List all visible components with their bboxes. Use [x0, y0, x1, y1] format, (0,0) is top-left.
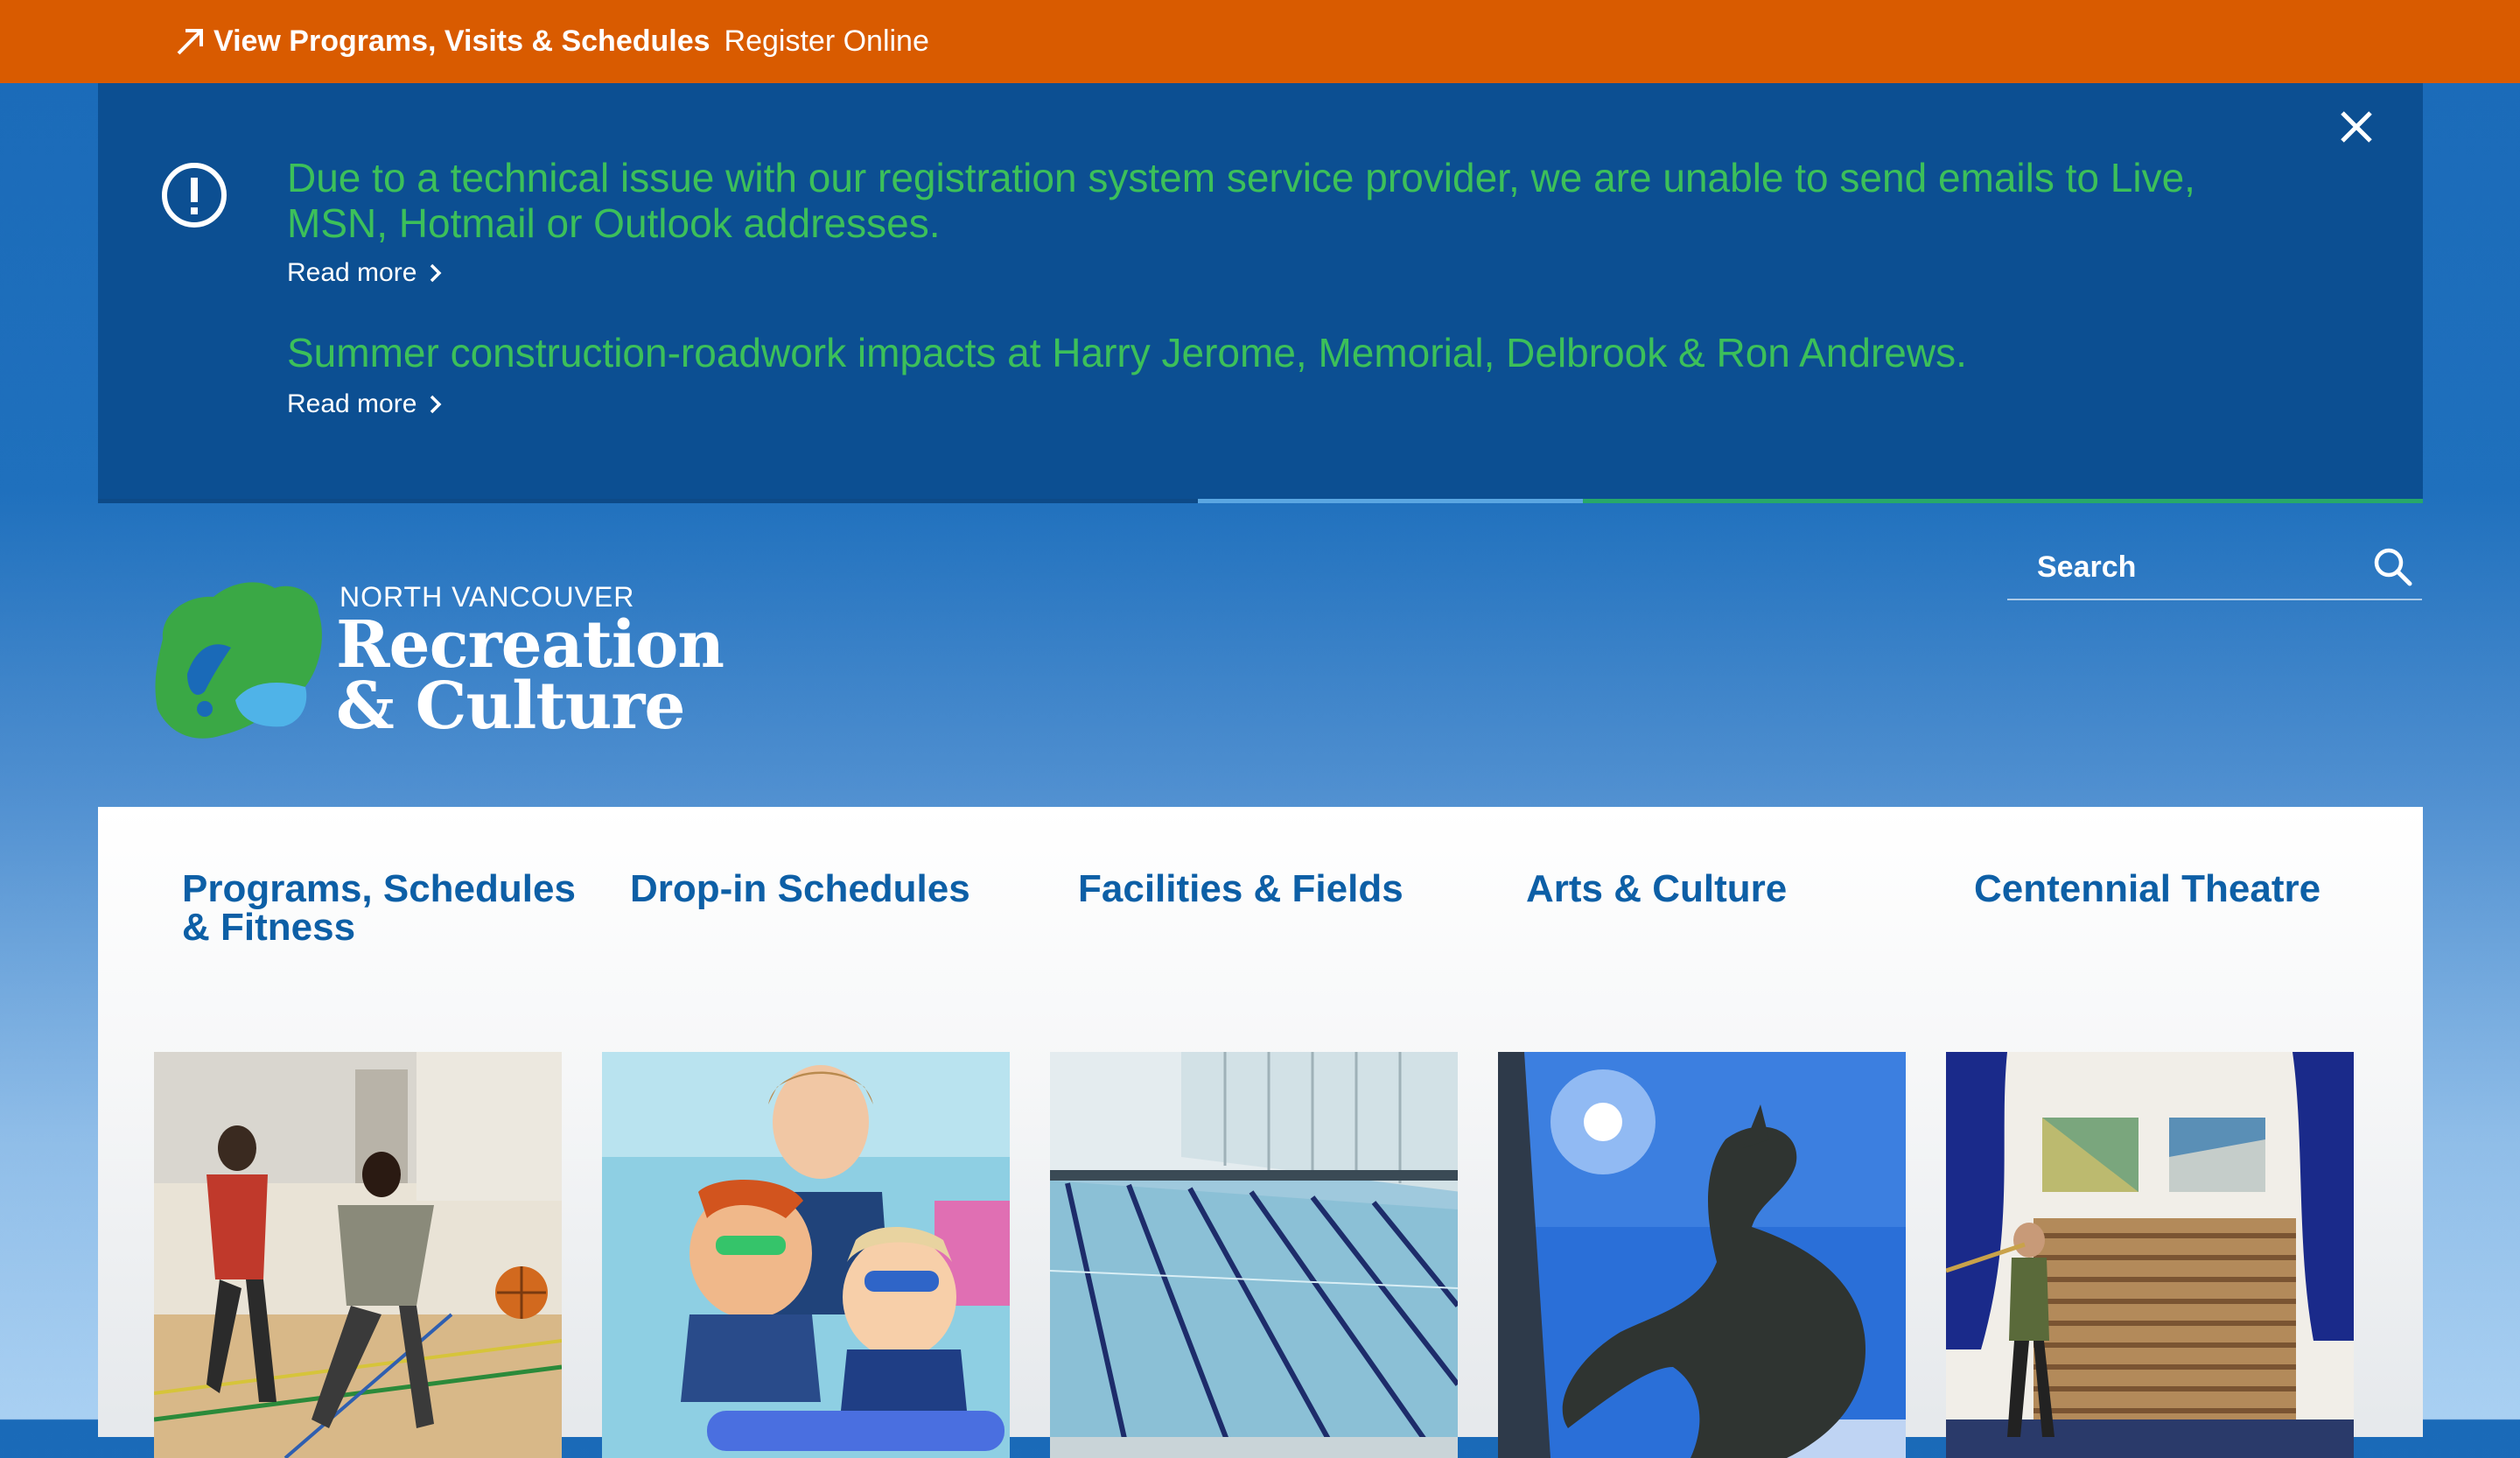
external-arrow-icon [177, 28, 203, 54]
tile-label[interactable]: Drop-in Schedules [630, 870, 1032, 908]
tile-label[interactable]: Facilities & Fields [1078, 870, 1480, 908]
programs-link[interactable]: View Programs, Visits & Schedules [214, 25, 710, 59]
read-more-label: Read more [287, 258, 417, 287]
basketball-photo-icon [154, 1052, 562, 1458]
quick-links-panel: Programs, Schedules & Fitness Drop-in Sc… [98, 807, 2423, 1458]
read-more-link[interactable]: Read more [287, 389, 443, 419]
tile-label[interactable]: Centennial Theatre [1974, 870, 2376, 908]
tile-label[interactable]: Programs, Schedules & Fitness [182, 870, 584, 947]
tile-photo-swimming[interactable] [602, 1052, 1010, 1458]
alert-message: Summer construction-roadwork impacts at … [287, 330, 1967, 375]
register-online-link[interactable]: Register Online [724, 25, 929, 59]
pool-family-photo-icon [602, 1052, 1010, 1458]
site-logo[interactable]: NORTH VANCOUVER Recreation & Culture [152, 578, 724, 744]
tile-photo-pool[interactable] [1050, 1052, 1458, 1458]
sculpture-photo-icon [1498, 1052, 1906, 1458]
search-icon[interactable] [2371, 545, 2415, 589]
swimming-pool-photo-icon [1050, 1052, 1458, 1458]
exclamation-circle-icon [162, 163, 227, 228]
tile-photo-theatre[interactable] [1946, 1052, 2354, 1458]
alert-banner: Due to a technical issue with our regist… [98, 83, 2423, 503]
tile-label[interactable]: Arts & Culture [1526, 870, 1928, 908]
alert-message: Due to a technical issue with our regist… [287, 155, 2195, 246]
tile-photo-sculpture[interactable] [1498, 1052, 1906, 1458]
alert-progress-track [98, 499, 2423, 503]
search-bar [2007, 536, 2422, 600]
theatre-photo-icon [1946, 1052, 2354, 1458]
chevron-right-icon [430, 395, 442, 414]
read-more-link[interactable]: Read more [287, 258, 443, 288]
logo-mark-icon [155, 582, 322, 739]
search-input[interactable] [2035, 549, 2362, 585]
utility-bar: View Programs, Visits & Schedules Regist… [0, 0, 2520, 83]
alert-progress-segment [1198, 499, 1583, 503]
tile-photo-basketball[interactable] [154, 1052, 562, 1458]
read-more-label: Read more [287, 389, 417, 418]
chevron-right-icon [430, 263, 442, 283]
close-icon[interactable] [2335, 106, 2377, 148]
alert-progress-segment [1583, 499, 2423, 503]
logo-title-line2: & Culture [336, 669, 685, 744]
